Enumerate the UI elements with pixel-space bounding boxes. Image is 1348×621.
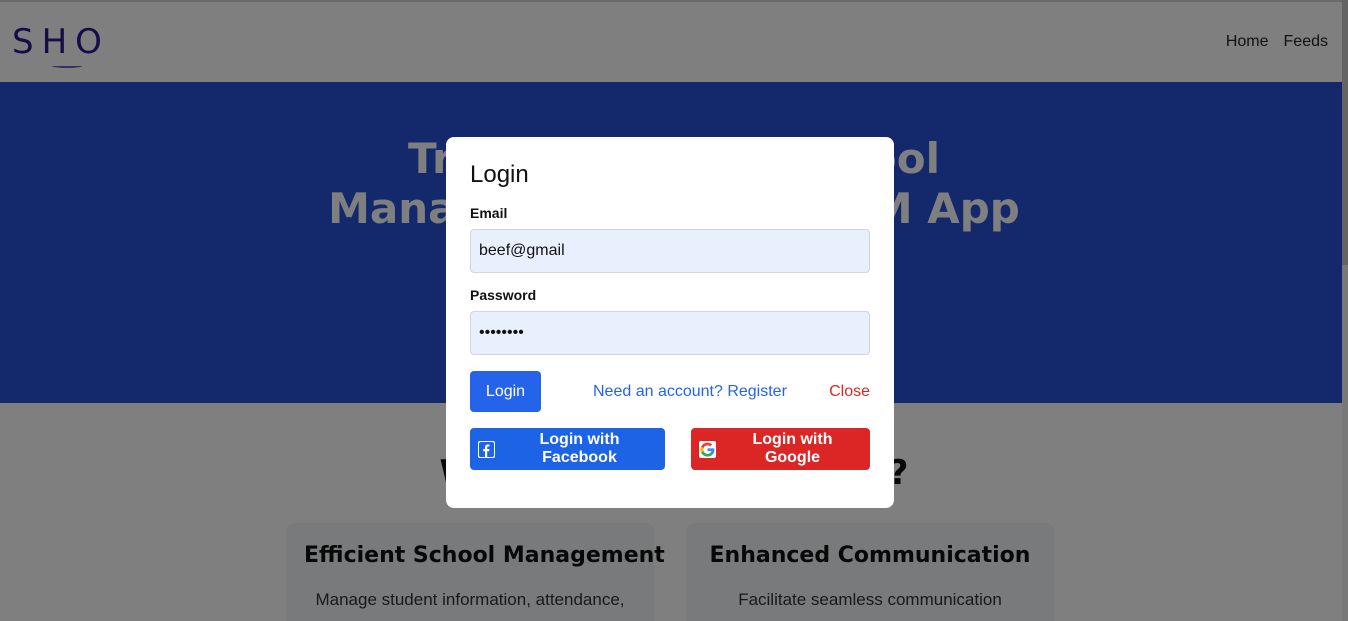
login-modal: Login Email Password Login Need an accou…	[446, 137, 894, 508]
google-login-label: Login with Google	[752, 431, 833, 466]
email-label: Email	[470, 205, 508, 221]
modal-title: Login	[470, 161, 529, 188]
google-login-button[interactable]: Login with Google	[691, 428, 870, 470]
close-link[interactable]: Close	[829, 383, 870, 401]
login-button[interactable]: Login	[470, 371, 541, 412]
facebook-login-button[interactable]: Login with Facebook	[470, 428, 665, 470]
facebook-icon	[478, 440, 495, 458]
modal-actions: Login Need an account? Register Close	[470, 371, 870, 412]
google-icon	[699, 440, 716, 458]
email-field[interactable]	[470, 229, 870, 273]
password-label: Password	[470, 287, 537, 303]
password-field[interactable]	[470, 311, 870, 355]
register-link[interactable]: Need an account? Register	[593, 383, 787, 401]
facebook-login-label: Login with Facebook	[539, 431, 620, 466]
social-login: Login with Facebook Login with Google	[470, 428, 870, 470]
